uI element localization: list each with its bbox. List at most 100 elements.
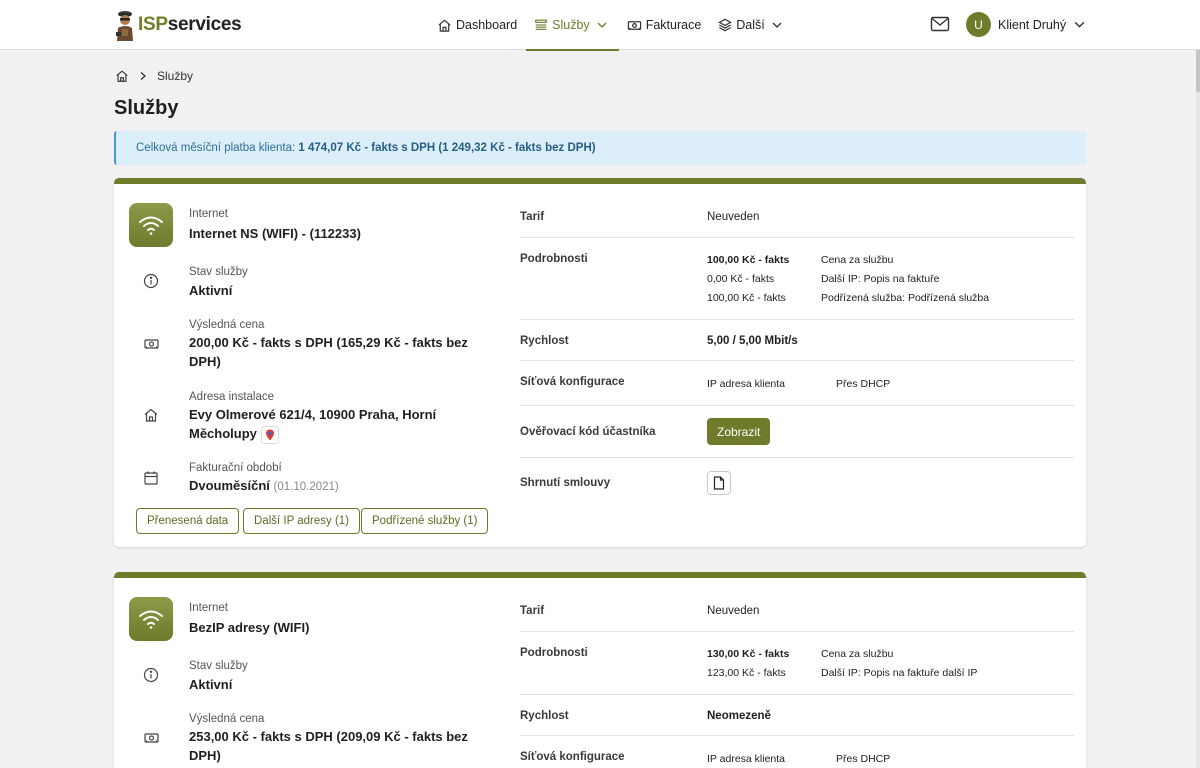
document-icon xyxy=(713,476,725,490)
speed-value: 5,00 / 5,00 Mbit/s xyxy=(707,335,798,347)
summary-row: Shrnutí smlouvy xyxy=(520,458,1074,508)
tarif-value: Neuveden xyxy=(707,605,760,617)
user-name: Klient Druhý xyxy=(998,17,1067,32)
service-type-label: Internet xyxy=(189,208,228,220)
wifi-icon xyxy=(129,203,173,247)
chevron-right-icon xyxy=(140,72,146,80)
map-link-icon[interactable] xyxy=(260,425,279,444)
nav-dalsi-label: Další xyxy=(736,18,765,32)
price-value: 253,00 Kč - fakts s DPH (209,09 Kč - fak… xyxy=(189,729,468,763)
extra-ip-button[interactable]: Další IP adresy (1) xyxy=(243,508,361,534)
home-icon[interactable] xyxy=(115,69,129,83)
details-row: Podrobnosti 100,00 Kč - fakts Cena za sl… xyxy=(520,238,1074,320)
details-label: Podrobnosti xyxy=(520,253,588,265)
tarif-row: Tarif Neuveden xyxy=(520,184,1074,238)
alert-amount: 1 474,07 Kč - fakts s DPH (1 249,32 Kč -… xyxy=(298,142,596,154)
nav-sluzby-label: Služby xyxy=(552,18,590,32)
summary-label: Shrnutí smlouvy xyxy=(520,477,611,489)
speed-row: Rychlost 5,00 / 5,00 Mbit/s xyxy=(520,320,1074,361)
nav-fakturace[interactable]: Fakturace xyxy=(627,0,711,50)
home-icon xyxy=(438,19,451,32)
chevron-down-icon xyxy=(597,22,607,28)
address-label: Adresa instalace xyxy=(189,391,275,403)
details-label: Podrobnosti xyxy=(520,647,588,659)
detail-amount: 0,00 Kč - fakts xyxy=(707,273,775,285)
netconf-label: Síťová konfigurace xyxy=(520,751,625,763)
netconf-row: Síťová konfigurace IP adresa klienta Pře… xyxy=(520,361,1074,406)
brand-name: ISPservices xyxy=(138,14,242,35)
status-label: Stav služby xyxy=(189,660,248,672)
page-title: Služby xyxy=(114,97,179,119)
detail-desc: Cena za službu xyxy=(821,254,894,266)
address-value: Evy Olmerové 621/4, 10900 Praha, Horní Mě… xyxy=(189,405,436,444)
show-code-button[interactable]: Zobrazit xyxy=(707,418,771,445)
price-value: 200,00 Kč - fakts s DPH (165,29 Kč - fak… xyxy=(189,335,468,369)
detail-desc: Podřízená služba: Podřízená služba xyxy=(821,292,990,304)
chevron-down-icon xyxy=(1074,21,1085,28)
breadcrumb: Služby xyxy=(115,69,193,83)
service-type-label: Internet xyxy=(189,602,228,614)
detail-amount: 100,00 Kč - fakts xyxy=(707,254,790,266)
speed-value: Neomezeně xyxy=(707,710,771,722)
user-menu[interactable]: U Klient Druhý xyxy=(966,12,1086,37)
info-icon xyxy=(143,273,159,289)
detail-desc: Další IP: Popis na faktuře další IP xyxy=(821,667,978,679)
speed-label: Rychlost xyxy=(520,710,569,722)
main-nav: Dashboard Služby Fakturace Další xyxy=(437,0,792,51)
money-icon xyxy=(144,733,159,743)
detail-amount: 130,00 Kč - fakts xyxy=(707,648,790,660)
layers-icon xyxy=(718,18,733,32)
service-card: Internet BezIP adresy (WIFI) Stav služby… xyxy=(114,572,1086,768)
billing-label: Fakturační období xyxy=(189,462,282,474)
contract-summary-button[interactable] xyxy=(707,471,731,495)
tarif-label: Tarif xyxy=(520,211,545,223)
list-icon xyxy=(535,19,547,30)
page-scrollbar[interactable] xyxy=(1196,0,1200,768)
alert-prefix: Celková měsíční platba klienta: xyxy=(136,142,299,154)
price-label: Výsledná cena xyxy=(189,713,265,725)
service-name: BezIP adresy (WIFI) xyxy=(189,620,310,635)
nav-dashboard[interactable]: Dashboard xyxy=(437,0,526,50)
nav-dalsi[interactable]: Další xyxy=(718,0,791,50)
wifi-icon xyxy=(129,597,173,641)
speed-label: Rychlost xyxy=(520,335,569,347)
home-icon xyxy=(144,408,158,422)
chevron-down-icon xyxy=(772,22,782,28)
tarif-row: Tarif Neuveden xyxy=(520,578,1074,632)
verify-label: Ověřovací kód účastníka xyxy=(520,426,656,438)
status-value: Aktivní xyxy=(189,677,233,692)
netconf-value: Přes DHCP xyxy=(836,753,891,765)
mascot-logo-icon xyxy=(116,11,133,41)
logo[interactable]: ISPservices xyxy=(114,7,242,43)
netconf-label: Síťová konfigurace xyxy=(520,376,625,388)
detail-amount: 123,00 Kč - fakts xyxy=(707,667,786,679)
service-name: Internet NS (WIFI) - (112233) xyxy=(189,226,361,241)
calendar-icon xyxy=(144,471,158,485)
avatar: U xyxy=(966,12,991,37)
netconf-key: IP adresa klienta xyxy=(707,378,786,390)
total-payment-alert: Celková měsíční platba klienta: 1 474,07… xyxy=(114,131,1086,165)
nav-fakturace-label: Fakturace xyxy=(645,18,702,32)
netconf-row: Síťová konfigurace IP adresa klienta Pře… xyxy=(520,736,1074,768)
nav-dashboard-label: Dashboard xyxy=(456,18,518,32)
tarif-label: Tarif xyxy=(520,605,545,617)
sub-services-button[interactable]: Podřízené služby (1) xyxy=(361,508,489,534)
money-icon xyxy=(144,339,159,349)
breadcrumb-current: Služby xyxy=(157,69,194,83)
billing-value: Dvouměsíční (01.10.2021) xyxy=(189,478,339,493)
transferred-data-button[interactable]: Přenesená data xyxy=(136,508,240,534)
info-icon xyxy=(143,667,159,683)
status-value: Aktivní xyxy=(189,283,233,298)
nav-sluzby[interactable]: Služby xyxy=(526,0,619,51)
netconf-value: Přes DHCP xyxy=(836,378,891,390)
detail-amount: 100,00 Kč - fakts xyxy=(707,292,786,304)
status-label: Stav služby xyxy=(189,266,248,278)
service-card: Internet Internet NS (WIFI) - (112233) S… xyxy=(114,178,1086,547)
details-row: Podrobnosti 130,00 Kč - fakts Cena za sl… xyxy=(520,632,1074,695)
tarif-value: Neuveden xyxy=(707,211,760,223)
netconf-key: IP adresa klienta xyxy=(707,753,786,765)
detail-desc: Další IP: Popis na faktuře xyxy=(821,273,940,285)
mail-icon[interactable] xyxy=(930,14,950,34)
speed-row: Rychlost Neomezeně xyxy=(520,695,1074,736)
money-icon xyxy=(627,20,641,30)
